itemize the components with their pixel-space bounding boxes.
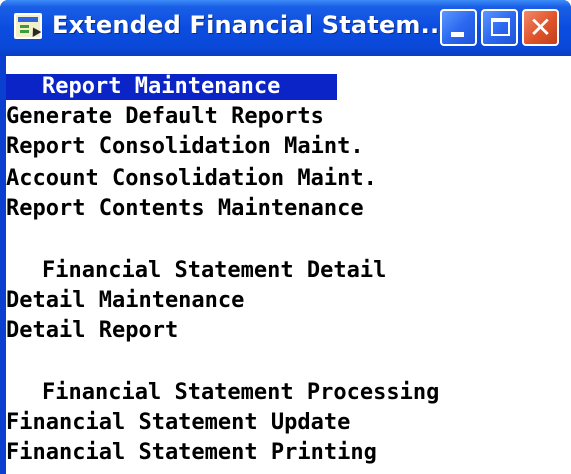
- icon-cursor: [28, 25, 42, 37]
- terminal-window-icon[interactable]: [14, 13, 42, 39]
- menu-item-generate-default-reports[interactable]: Generate Default Reports: [6, 104, 324, 130]
- minimize-button[interactable]: [440, 9, 477, 46]
- window-title: Extended Financial Statem...: [52, 11, 449, 39]
- menu-item-report-maintenance[interactable]: Report Maintenance: [6, 74, 337, 100]
- menu-item-report-consolidation-maint[interactable]: Report Consolidation Maint.: [6, 134, 364, 160]
- section-heading-detail: Financial Statement Detail: [42, 258, 387, 283]
- menu-item-account-consolidation-maint[interactable]: Account Consolidation Maint.: [6, 166, 377, 192]
- maximize-icon: [491, 18, 510, 36]
- close-icon: ✕: [528, 11, 553, 44]
- section-heading-processing: Financial Statement Processing: [42, 380, 440, 405]
- icon-line: [20, 25, 29, 28]
- menu-item-detail-report[interactable]: Detail Report: [6, 318, 178, 344]
- menu-item-detail-maintenance[interactable]: Detail Maintenance: [6, 288, 244, 314]
- app-window: Extended Financial Statem... ✕ Report Ma…: [0, 0, 571, 474]
- menu-panel: Report Maintenance Generate Default Repo…: [6, 56, 571, 474]
- minimize-icon: [451, 32, 464, 37]
- menu-item-financial-statement-printing[interactable]: Financial Statement Printing: [6, 440, 377, 466]
- icon-bar: [18, 17, 38, 22]
- menu-item-financial-statement-update[interactable]: Financial Statement Update: [6, 410, 350, 436]
- title-bar[interactable]: Extended Financial Statem... ✕: [0, 0, 571, 56]
- menu-item-report-contents-maintenance[interactable]: Report Contents Maintenance: [6, 196, 364, 222]
- maximize-button[interactable]: [481, 9, 518, 46]
- close-button[interactable]: ✕: [522, 9, 559, 46]
- icon-line: [20, 30, 29, 33]
